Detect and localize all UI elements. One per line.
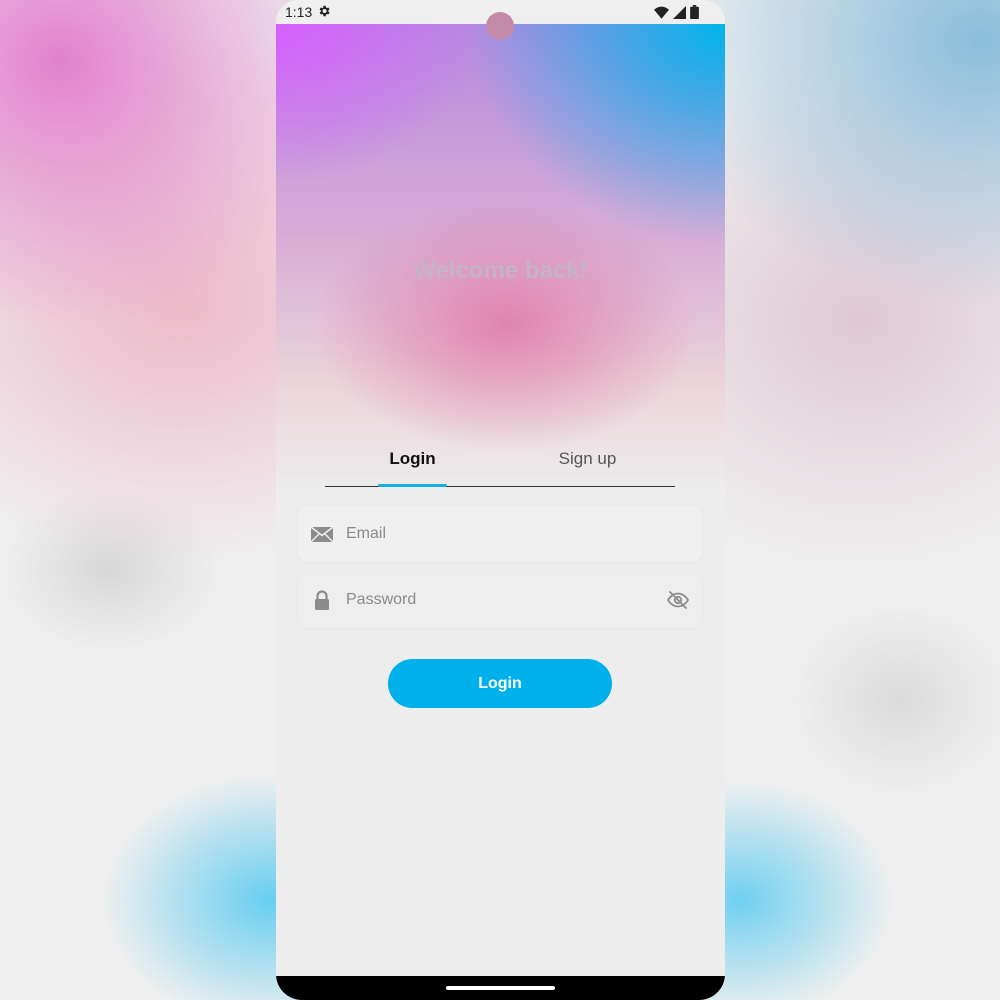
tab-signup[interactable]: Sign up [500,449,675,469]
gear-icon [317,4,331,18]
status-icons [654,5,699,22]
phone-screen: 1:13 Welcome back! Login Sign up Email P… [276,0,725,1000]
eye-off-icon[interactable] [666,588,690,612]
email-placeholder: Email [346,525,387,542]
login-button[interactable]: Login [388,659,612,708]
home-indicator[interactable] [446,986,555,990]
navigation-bar [276,976,725,1000]
signal-icon [673,5,686,22]
lock-icon [310,588,334,612]
tab-login[interactable]: Login [325,449,500,469]
auth-tabs: Login Sign up [325,440,675,487]
wifi-icon [654,6,669,22]
password-placeholder: Password [346,591,417,608]
status-time: 1:13 [285,4,313,20]
tab-indicator [378,484,447,487]
welcome-header: Welcome back! [276,24,725,494]
password-field[interactable]: Password [298,572,702,628]
mail-icon [310,522,334,546]
welcome-title: Welcome back! [413,257,588,284]
camera-cutout [486,12,514,40]
battery-icon [690,5,699,22]
email-field[interactable]: Email [298,506,702,562]
